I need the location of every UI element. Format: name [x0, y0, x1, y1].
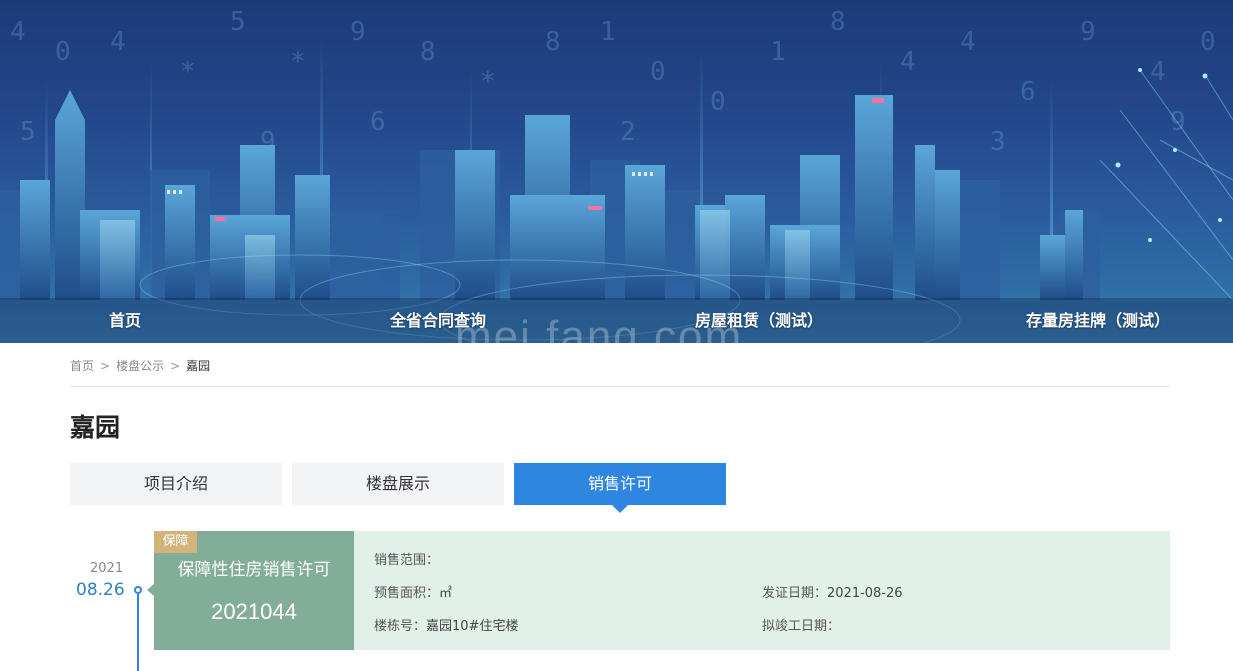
building-no-value: 嘉园10#住宅楼 [426, 619, 519, 634]
svg-text:4: 4 [110, 27, 126, 57]
breadcrumb-current: 嘉园 [186, 359, 211, 373]
issue-date-row: 发证日期：2021-08-26 [762, 582, 903, 601]
tab-project-intro[interactable]: 项目介绍 [70, 463, 282, 505]
svg-text:0: 0 [55, 37, 71, 67]
issue-date-value: 2021-08-26 [827, 586, 903, 601]
svg-text:0: 0 [650, 57, 666, 87]
svg-text:4: 4 [960, 27, 976, 57]
breadcrumb-separator: > [170, 359, 181, 373]
nav-item-home[interactable]: 首页 [109, 298, 141, 343]
breadcrumb-section[interactable]: 楼盘公示 [116, 359, 164, 373]
page-title: 嘉园 [70, 413, 121, 442]
breadcrumb-home[interactable]: 首页 [70, 359, 94, 373]
presale-area-value: ㎡ [439, 586, 453, 601]
svg-text:*: * [480, 67, 496, 97]
permit-card-summary: 保障 保障性住房销售许可 2021044 [154, 531, 354, 650]
completion-date-label: 拟竣工日期： [762, 619, 841, 634]
permit-card-details: 销售范围： 预售面积：㎡ 发证日期：2021-08-26 楼栋号：嘉园10#住宅… [354, 531, 1170, 650]
presale-area-row: 预售面积：㎡ [374, 582, 452, 601]
svg-text:4: 4 [900, 47, 916, 77]
breadcrumb-separator: > [100, 359, 111, 373]
svg-text:9: 9 [1170, 107, 1186, 137]
svg-text:4: 4 [1150, 57, 1166, 87]
svg-text:*: * [180, 57, 196, 87]
svg-text:*: * [290, 47, 306, 77]
sales-scope-label: 销售范围： [374, 553, 440, 568]
tab-property-display[interactable]: 楼盘展示 [292, 463, 504, 505]
svg-text:2: 2 [620, 117, 636, 147]
completion-date-row: 拟竣工日期： [762, 615, 840, 634]
svg-text:3: 3 [990, 127, 1006, 157]
svg-text:1: 1 [770, 37, 786, 67]
permit-number: 2021044 [211, 599, 297, 624]
svg-text:6: 6 [370, 107, 386, 137]
timeline-date: 08.26 [76, 580, 125, 600]
watermark: mei fang.com [455, 312, 744, 343]
timeline-line [137, 594, 139, 671]
svg-text:5: 5 [230, 7, 246, 37]
building-no-label: 楼栋号： [374, 619, 427, 634]
svg-text:4: 4 [10, 17, 26, 47]
header-banner: 404 *5* 98* 810 018 446 940 596 239 [0, 0, 1233, 343]
svg-text:9: 9 [350, 17, 366, 47]
card-pointer-icon [147, 584, 154, 596]
svg-text:8: 8 [420, 37, 436, 67]
svg-text:6: 6 [1020, 77, 1036, 107]
tab-sales-permit[interactable]: 销售许可 [514, 463, 726, 513]
svg-text:5: 5 [20, 117, 36, 147]
svg-text:1: 1 [600, 17, 616, 47]
permit-tag-badge: 保障 [154, 531, 197, 553]
svg-text:8: 8 [545, 27, 561, 57]
timeline-dot-icon [134, 586, 142, 594]
svg-text:8: 8 [830, 7, 846, 37]
permit-type: 保障性住房销售许可 [177, 560, 331, 580]
sales-scope-row: 销售范围： [374, 549, 439, 568]
nav-item-listing[interactable]: 存量房挂牌（测试） [1026, 298, 1170, 343]
city-skyline-illustration: 40 4 *5* 98* 8 10 018 446 940 5 96 2 39 [0, 7, 1233, 343]
building-no-row: 楼栋号：嘉园10#住宅楼 [374, 615, 518, 634]
timeline-year: 2021 [90, 561, 124, 576]
breadcrumb: 首页 > 楼盘公示 > 嘉园 [70, 357, 1170, 387]
svg-text:0: 0 [1200, 27, 1216, 57]
svg-text:0: 0 [710, 87, 726, 117]
presale-area-label: 预售面积： [374, 586, 440, 601]
issue-date-label: 发证日期： [762, 586, 828, 601]
svg-text:9: 9 [1080, 17, 1096, 47]
